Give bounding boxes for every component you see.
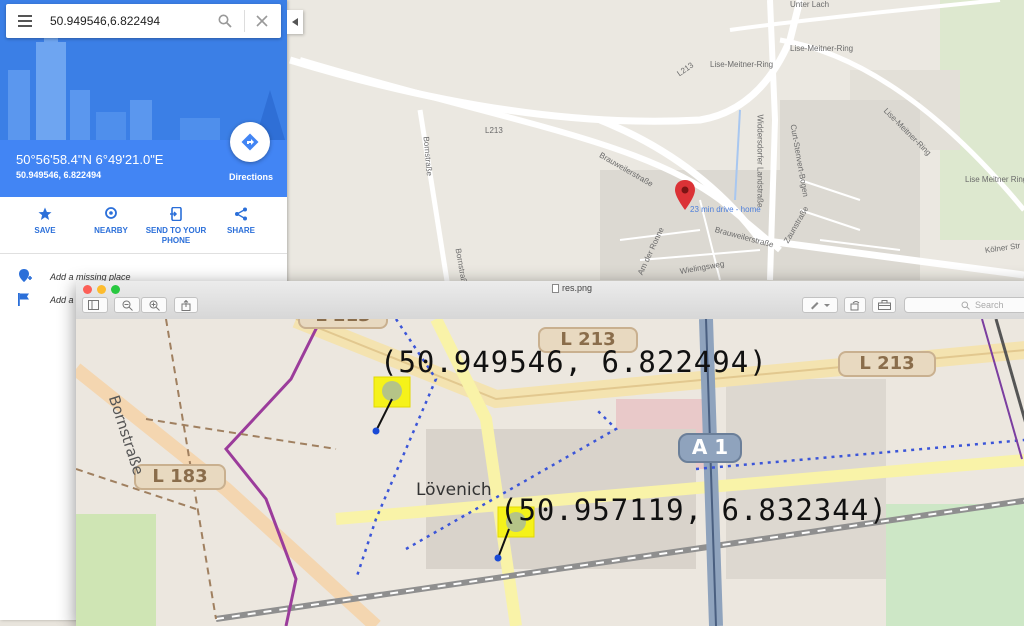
directions-label[interactable]: Directions	[229, 172, 273, 182]
osm-place-name: Lövenich	[416, 480, 492, 500]
save-button[interactable]: SAVE	[10, 207, 80, 236]
collapse-panel-button[interactable]	[287, 10, 303, 34]
zoom-in-button[interactable]	[141, 297, 167, 313]
search-icon	[961, 301, 970, 310]
coordinate-annotation: (50.957119, 6.832344)	[500, 493, 888, 527]
nearby-label: NEARBY	[94, 226, 128, 235]
place-info-band: 50°56'58.4"N 6°49'21.0"E 50.949546, 6.82…	[0, 122, 287, 197]
nearby-button[interactable]: NEARBY	[76, 207, 146, 236]
window-minimize-button[interactable]	[97, 285, 106, 294]
share-button[interactable]: SHARE	[206, 207, 276, 236]
coordinates-dms: 50°56'58.4"N 6°49'21.0"E	[16, 152, 164, 167]
share-icon	[235, 207, 247, 221]
search-box[interactable]: 50.949546,6.822494	[6, 4, 281, 38]
share-preview-button[interactable]	[174, 297, 198, 313]
location-icon	[105, 207, 117, 219]
search-input[interactable]: 50.949546,6.822494	[50, 14, 160, 28]
map-label-widdersdorfer: Widdersdorfer Landstraße	[755, 114, 765, 208]
map-label-lise-meitner-ring: Lise Meitner Ring	[965, 175, 1024, 184]
road-shield-a1: A 1	[678, 433, 742, 463]
markup-button[interactable]	[802, 297, 838, 313]
window-zoom-button[interactable]	[111, 285, 120, 294]
chevron-left-icon	[292, 18, 298, 26]
zoom-out-icon	[122, 300, 133, 311]
file-icon	[552, 284, 559, 293]
close-icon[interactable]	[256, 15, 268, 27]
panel-divider	[0, 253, 287, 254]
sidebar-toggle-button[interactable]	[82, 297, 108, 313]
map-label-lise-meitner-ring: Lise-Meitner-Ring	[710, 60, 774, 69]
map-label-lise-meitner-ring: Lise-Meitner-Ring	[790, 44, 854, 53]
preview-titlebar[interactable]: res.png Search	[76, 281, 1024, 320]
osm-image: L 213 L 213 L 213 L 183 A 1 Bornstraße L…	[76, 319, 1024, 626]
pen-icon	[811, 302, 830, 310]
menu-icon[interactable]	[18, 15, 32, 27]
coordinates-decimal: 50.949546, 6.822494	[16, 170, 102, 180]
road-shield-l183: L 183	[134, 464, 226, 490]
preview-window[interactable]: res.png Search L 213 L 213 L 183 A 1 Bor…	[76, 281, 1024, 626]
toolbox-button[interactable]	[872, 297, 896, 313]
share-label: SHARE	[226, 226, 255, 235]
marker-caption: 23 min drive - home	[690, 205, 761, 214]
search-placeholder: Search	[975, 300, 1004, 310]
search-icon[interactable]	[218, 14, 232, 28]
road-shield-l213: L 213	[298, 319, 388, 329]
send-to-phone-label: SEND TO YOUR PHONE	[145, 226, 207, 245]
directions-icon	[241, 133, 259, 151]
search-divider	[244, 10, 245, 32]
toolbox-icon	[877, 300, 891, 310]
flag-icon[interactable]	[18, 293, 30, 306]
map-label-l213: L213	[485, 126, 503, 135]
window-close-button[interactable]	[83, 285, 92, 294]
add-business-link[interactable]: Add a	[50, 295, 74, 305]
add-place-icon[interactable]	[18, 269, 32, 283]
coordinate-annotation: (50.949546, 6.822494)	[380, 345, 768, 379]
directions-button[interactable]	[230, 122, 270, 162]
map-label-unter-lach: Unter Lach	[790, 0, 830, 9]
rotate-icon	[850, 301, 860, 311]
zoom-in-icon	[149, 300, 160, 311]
share-icon	[181, 299, 191, 311]
sidebar-icon	[88, 300, 99, 310]
road-shield-l213: L 213	[838, 351, 936, 377]
send-to-phone-button[interactable]: SEND TO YOUR PHONE	[141, 206, 211, 246]
rotate-button[interactable]	[844, 297, 866, 313]
star-icon	[38, 207, 52, 220]
preview-search-field[interactable]: Search	[904, 297, 1024, 313]
window-title: res.png	[562, 283, 593, 293]
send-to-phone-icon	[170, 206, 182, 222]
save-label: SAVE	[34, 226, 56, 235]
zoom-out-button[interactable]	[114, 297, 140, 313]
